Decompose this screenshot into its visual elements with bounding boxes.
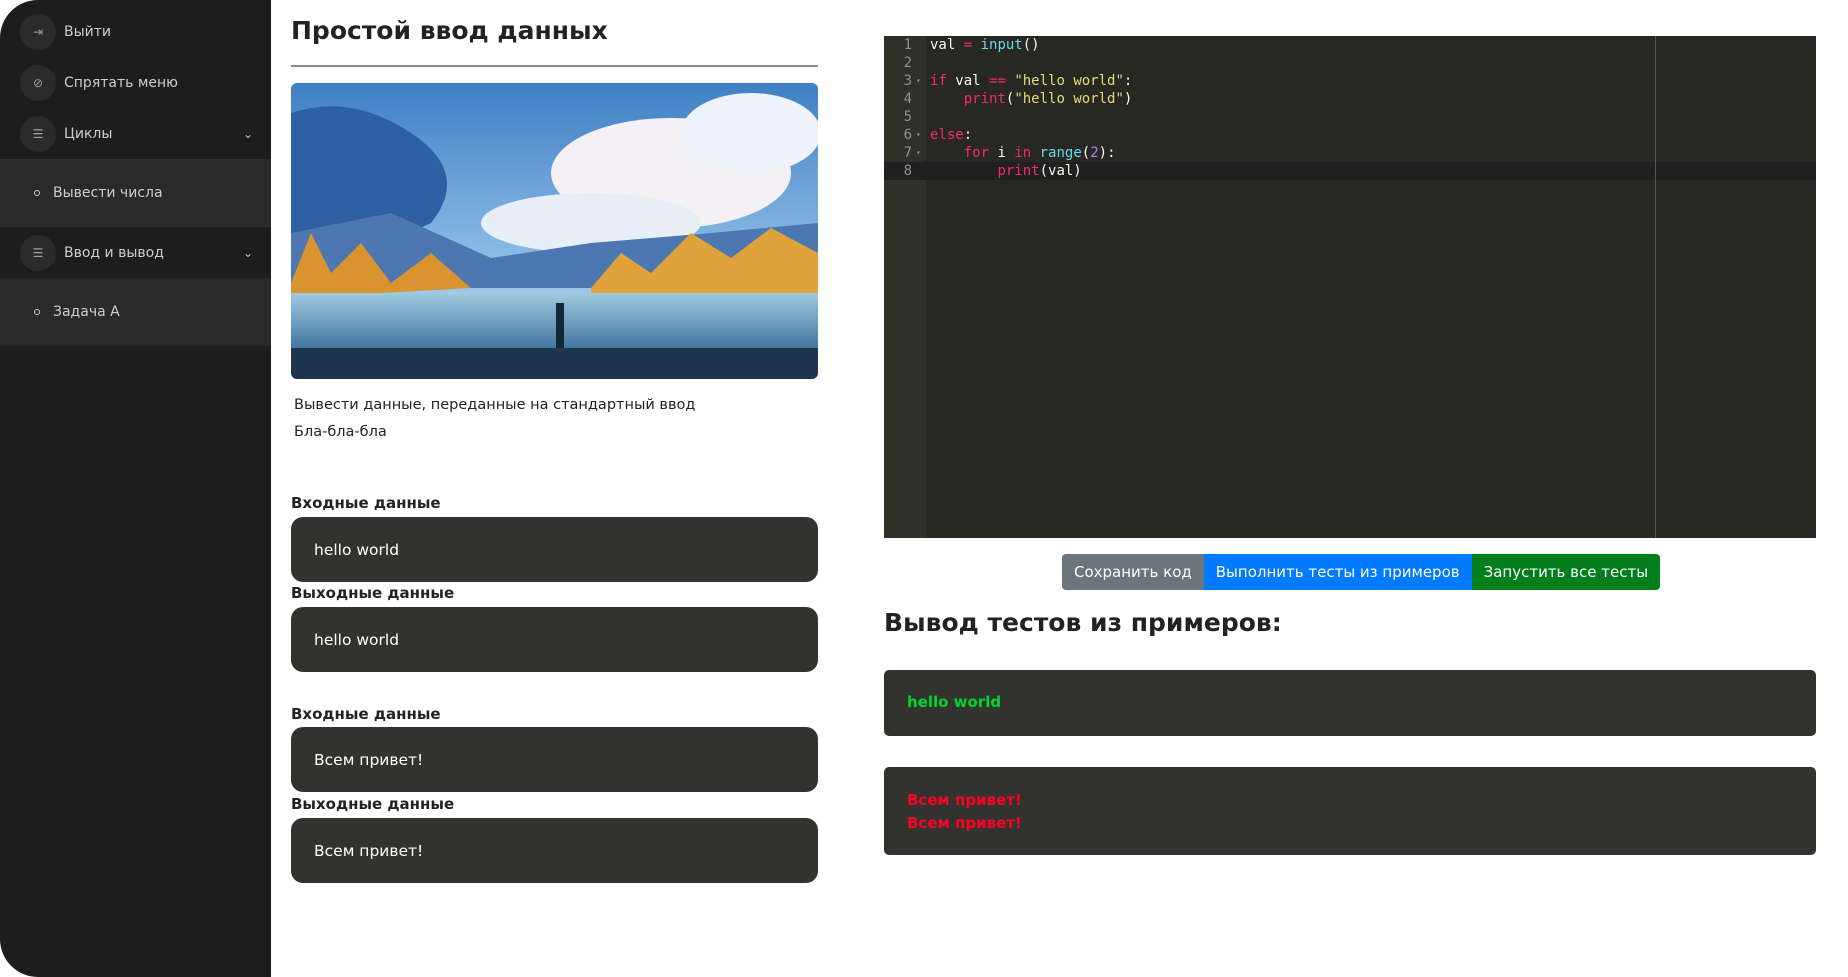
- line-number: 1: [903, 37, 912, 53]
- save-code-button[interactable]: Сохранить код: [1062, 554, 1204, 590]
- fold-icon[interactable]: ▾: [916, 72, 921, 90]
- example-input: hello world: [291, 517, 818, 582]
- sidebar-item-cycles[interactable]: ☰ Циклы ⌄: [0, 108, 271, 159]
- page-title: Простой ввод данных: [291, 16, 608, 45]
- chevron-down-icon: ⌄: [242, 245, 253, 260]
- button-group: Сохранить код Выполнить тесты из примеро…: [1062, 554, 1661, 590]
- code-line[interactable]: if val == "hello world":: [930, 72, 1132, 90]
- code-editor[interactable]: 1 val = input() 2 3 ▾ if val == "hello world"…: [884, 36, 1816, 538]
- code-line[interactable]: for i in range(2):: [930, 144, 1116, 162]
- example-output: hello world: [291, 607, 818, 672]
- sidebar-item-hide-menu[interactable]: ⊘ Спрятать меню: [0, 57, 271, 108]
- result-line: Всем привет!: [907, 814, 1022, 832]
- run-all-tests-button[interactable]: Запустить все тесты: [1471, 554, 1661, 590]
- line-number: 5: [903, 109, 912, 125]
- sidebar-subitem-label: Задача A: [53, 304, 120, 320]
- example-input: Всем привет!: [291, 727, 818, 792]
- sidebar-item-label: Ввод и вывод: [64, 244, 164, 261]
- test-result-passed: hello world: [884, 670, 1816, 736]
- sidebar-item-io[interactable]: ☰ Ввод и вывод ⌄: [0, 227, 271, 278]
- result-line: hello world: [907, 693, 1002, 711]
- sidebar-subitem-label: Вывести числа: [53, 185, 163, 201]
- line-number: 2: [903, 55, 912, 71]
- list-icon: ☰: [20, 234, 56, 271]
- code-line[interactable]: val = input(): [930, 36, 1040, 54]
- sidebar-item-label: Спрятать меню: [64, 74, 178, 91]
- line-number: 4: [903, 91, 912, 107]
- sidebar-item-logout[interactable]: ⇥ Выйти: [0, 6, 271, 57]
- example-output: Всем привет!: [291, 818, 818, 883]
- list-icon: ☰: [20, 115, 56, 152]
- run-example-tests-button[interactable]: Выполнить тесты из примеров: [1203, 554, 1472, 590]
- sidebar-subitem[interactable]: Задача A: [0, 278, 271, 346]
- fold-icon[interactable]: ▾: [916, 144, 921, 162]
- results-title: Вывод тестов из примеров:: [884, 608, 1282, 637]
- divider: [291, 65, 818, 67]
- chevron-down-icon: ⌄: [242, 126, 253, 141]
- example-input-label: Входные данные: [291, 705, 441, 723]
- circle-icon: [34, 190, 40, 196]
- example-output-label: Выходные данные: [291, 795, 455, 813]
- code-line[interactable]: print(val): [930, 162, 1081, 180]
- line-number: 8: [903, 163, 912, 179]
- task-illustration: [291, 83, 818, 379]
- sidebar-item-label: Выйти: [64, 23, 112, 40]
- code-line[interactable]: print("hello world"): [930, 90, 1133, 108]
- example-input-label: Входные данные: [291, 494, 441, 512]
- circle-icon: [34, 309, 40, 315]
- test-result-failed: Всем привет! Всем привет!: [884, 767, 1816, 855]
- sidebar-item-label: Циклы: [64, 125, 113, 142]
- task-description-line: Бла-бла-бла: [294, 424, 387, 440]
- logout-icon: ⇥: [20, 13, 56, 50]
- example-output-label: Выходные данные: [291, 584, 455, 602]
- sidebar: ⇥ Выйти ⊘ Спрятать меню ☰ Циклы ⌄ Вывести чи…: [0, 0, 271, 977]
- print-margin: [1655, 36, 1656, 538]
- fold-icon[interactable]: ▾: [916, 126, 921, 144]
- task-description-line: Вывести данные, переданные на стандартны…: [294, 397, 696, 413]
- eye-off-icon: ⊘: [20, 64, 56, 101]
- sidebar-subitem[interactable]: Вывести числа: [0, 159, 271, 227]
- result-line: Всем привет!: [907, 791, 1022, 809]
- code-line[interactable]: else:: [930, 126, 972, 144]
